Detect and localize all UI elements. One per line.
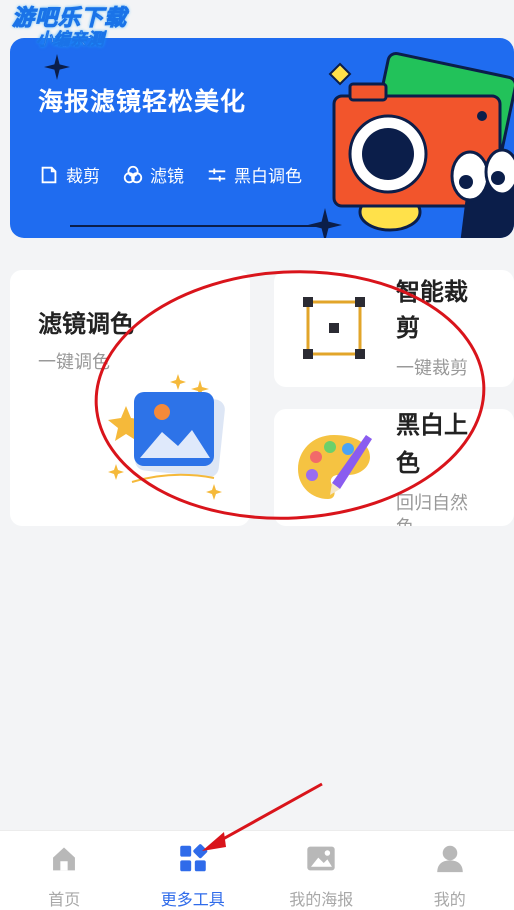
- grid-icon: [179, 844, 208, 872]
- bw-color-tool-card[interactable]: 黑白上 色 回归自然 色: [274, 409, 514, 526]
- sliders-icon: [208, 168, 226, 181]
- crop-frame-icon: [303, 297, 365, 359]
- bw-tool-title-line2: 色: [396, 449, 420, 477]
- bw-tool-subtitle-cut: 色: [396, 515, 414, 526]
- filter-tool-title: 滤镜调色: [38, 310, 134, 338]
- banner-feature-label: 黑白调色: [234, 167, 302, 187]
- picture-illustration: [108, 374, 225, 500]
- banner-feature-bw: 黑白调色: [206, 162, 302, 187]
- watermark-line1: 游吧乐下载: [11, 6, 128, 31]
- nav-item-home[interactable]: 首页: [0, 831, 129, 910]
- nav-item-mine[interactable]: 我的: [386, 831, 514, 910]
- filter-tool-subtitle: 一键调色: [38, 352, 110, 373]
- user-icon: [436, 845, 463, 873]
- banner-features: 裁剪 滤镜 黑白调色: [38, 162, 302, 187]
- crop-tool-card[interactable]: 智能裁 剪 一键裁剪: [274, 270, 514, 387]
- banner-title: 海报滤镜轻松美化: [38, 87, 247, 116]
- nav-item-more-tools[interactable]: 更多工具: [129, 831, 258, 910]
- banner-feature-label: 裁剪: [66, 167, 100, 187]
- crop-icon: [41, 166, 57, 183]
- filter-icon: [123, 165, 143, 183]
- bottom-nav: 首页 更多工具 我的海报 我的: [0, 830, 514, 910]
- nav-label: 我的: [433, 890, 466, 909]
- tool-cards: 滤镜调色 一键调色 智能裁 剪 一键裁剪 黑白上 色 回归自然: [10, 270, 514, 526]
- banner-feature-label: 滤镜: [150, 167, 184, 187]
- banner-divider: [70, 225, 330, 227]
- crop-tool-title-line2: 剪: [396, 314, 420, 342]
- promo-banner[interactable]: 海报滤镜轻松美化 裁剪 滤镜 黑白调色: [10, 38, 514, 238]
- banner-feature-crop: 裁剪: [38, 162, 100, 187]
- watermark: 游吧乐下载 小编亲测: [11, 6, 128, 50]
- camera-illustration: [328, 51, 514, 238]
- nav-label: 我的海报: [289, 890, 354, 909]
- nav-label: 首页: [48, 890, 81, 909]
- home-icon: [53, 847, 76, 871]
- nav-item-my-posters[interactable]: 我的海报: [257, 831, 386, 910]
- filter-tool-card[interactable]: 滤镜调色 一键调色: [10, 270, 250, 526]
- watermark-line2: 小编亲测: [36, 30, 105, 50]
- banner-feature-filter: 滤镜: [122, 162, 184, 187]
- crop-tool-title-line1: 智能裁: [396, 278, 468, 306]
- bw-tool-subtitle: 回归自然: [396, 493, 468, 514]
- sparkle-icon: [44, 54, 70, 80]
- bw-tool-title-line1: 黑白上: [396, 411, 468, 439]
- image-icon: [307, 846, 335, 871]
- nav-label: 更多工具: [160, 890, 225, 909]
- crop-tool-subtitle: 一键裁剪: [396, 358, 468, 379]
- palette-icon: [298, 435, 372, 499]
